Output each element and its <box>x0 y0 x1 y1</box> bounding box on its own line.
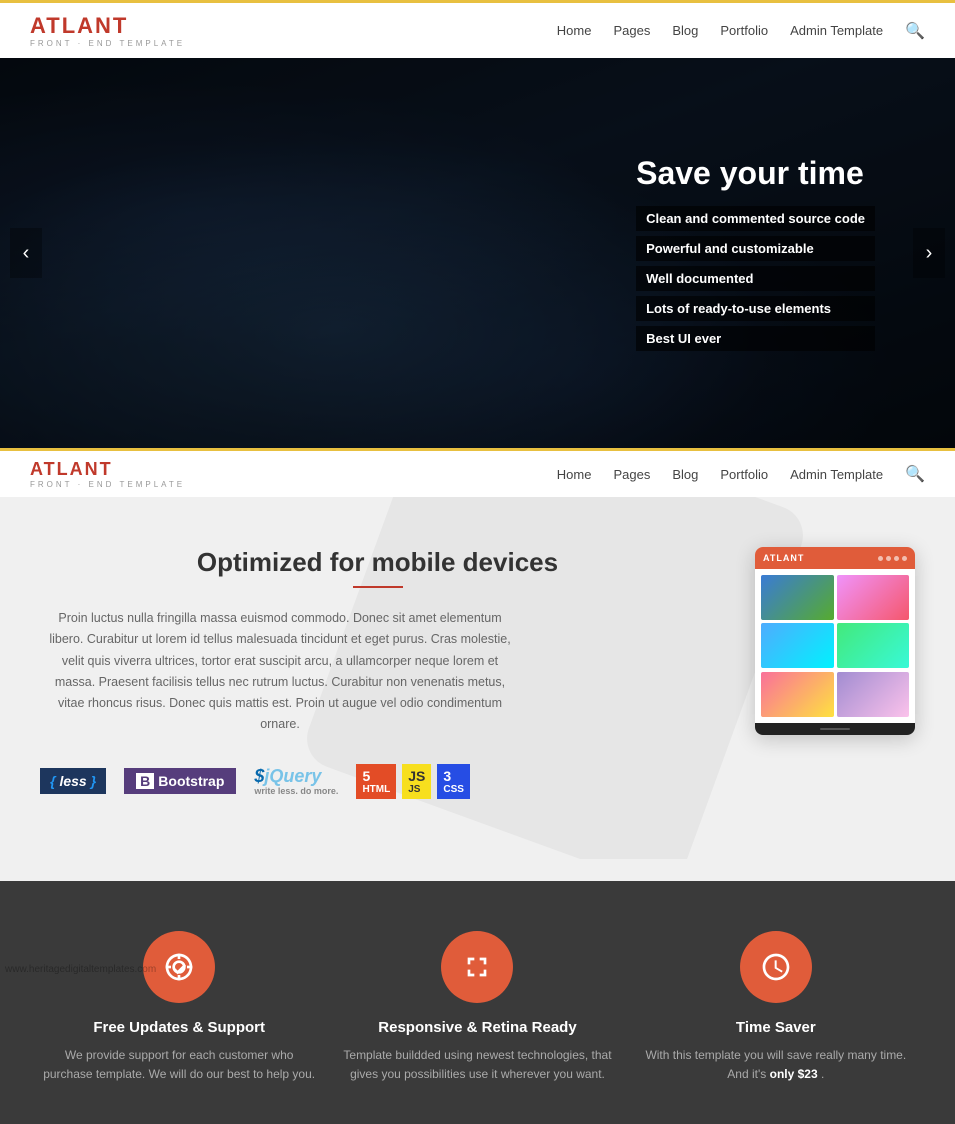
phone-img-2 <box>837 575 910 620</box>
feature-card-timesaver: Time Saver With this template you will s… <box>637 931 915 1084</box>
tech-logos: {less} B Bootstrap $jQuery write less. d… <box>40 764 715 799</box>
support-desc: We provide support for each customer who… <box>40 1046 318 1084</box>
clock-icon <box>760 951 792 983</box>
feature-card-responsive: Responsive & Retina Ready Template build… <box>338 931 616 1084</box>
support-title: Free Updates & Support <box>40 1019 318 1036</box>
logo-title: ATLANT <box>30 13 185 39</box>
nav-admin-template[interactable]: Admin Template <box>790 23 883 38</box>
phone-footer <box>755 723 915 735</box>
timesaver-title: Time Saver <box>637 1019 915 1036</box>
responsive-desc: Template buildded using newest technolog… <box>338 1046 616 1084</box>
timesaver-icon-circle <box>740 931 812 1003</box>
features-left: Optimized for mobile devices Proin luctu… <box>40 547 715 799</box>
phone-image-grid-2 <box>761 672 909 717</box>
phone-image-grid <box>761 575 909 668</box>
watermark: www.heritagedigitaltemplates.com <box>5 964 156 975</box>
sticky-logo: ATLANT FRONT · END TEMPLATE <box>30 459 185 489</box>
logo-subtitle: FRONT · END TEMPLATE <box>30 39 185 48</box>
timesaver-desc-end: . <box>821 1067 824 1081</box>
feature-cards-container: Free Updates & Support We provide suppor… <box>40 931 915 1084</box>
features-description: Proin luctus nulla fringilla massa euism… <box>40 608 520 736</box>
hero-next-button[interactable]: › <box>913 228 945 278</box>
html5-badge: 5 HTML <box>356 764 396 799</box>
top-header: ATLANT FRONT · END TEMPLATE Home Pages B… <box>0 0 955 58</box>
responsive-title: Responsive & Retina Ready <box>338 1019 616 1036</box>
features-section: Optimized for mobile devices Proin luctu… <box>0 497 955 859</box>
sticky-nav-blog[interactable]: Blog <box>672 467 698 482</box>
sticky-nav-pages[interactable]: Pages <box>613 467 650 482</box>
less-logo: {less} <box>40 768 106 794</box>
nav-portfolio[interactable]: Portfolio <box>720 23 768 38</box>
sticky-search-icon-button[interactable]: 🔍 <box>905 464 925 484</box>
hero-bullet-5: Best UI ever <box>636 326 875 351</box>
sticky-logo-subtitle: FRONT · END TEMPLATE <box>30 480 185 489</box>
nav-pages[interactable]: Pages <box>613 23 650 38</box>
feature-cards-section: Free Updates & Support We provide suppor… <box>0 881 955 1124</box>
phone-nav <box>878 556 907 561</box>
sticky-nav-admin[interactable]: Admin Template <box>790 467 883 482</box>
timesaver-desc: With this template you will save really … <box>637 1046 915 1084</box>
hero-section: ‹ Save your time Clean and commented sou… <box>0 58 955 448</box>
sticky-nav-portfolio[interactable]: Portfolio <box>720 467 768 482</box>
timesaver-price: only $23 <box>770 1067 818 1081</box>
phone-header: ATLANT <box>755 547 915 569</box>
js-badge: JS JS <box>402 764 431 799</box>
hero-bullet-4: Lots of ready-to-use elements <box>636 296 875 321</box>
hero-bullet-3: Well documented <box>636 266 875 291</box>
phone-img-3 <box>761 623 834 668</box>
feature-card-support: Free Updates & Support We provide suppor… <box>40 931 318 1084</box>
phone-mockup: ATLANT <box>755 547 915 735</box>
hero-title: Save your time <box>636 155 875 192</box>
features-heading: Optimized for mobile devices <box>40 547 715 578</box>
hero-content: Save your time Clean and commented sourc… <box>636 155 875 351</box>
phone-body <box>755 569 915 723</box>
hero-prev-button[interactable]: ‹ <box>10 228 42 278</box>
html5-logos: 5 HTML JS JS 3 CSS <box>356 764 469 799</box>
lifesaver-icon <box>163 951 195 983</box>
responsive-icon-circle <box>441 931 513 1003</box>
nav-blog[interactable]: Blog <box>672 23 698 38</box>
phone-mockup-container: ATLANT <box>755 547 915 735</box>
hero-bullets: Clean and commented source code Powerful… <box>636 206 875 351</box>
jquery-logo: $jQuery write less. do more. <box>254 766 338 796</box>
features-divider <box>353 586 403 588</box>
phone-img-5 <box>761 672 834 717</box>
phone-footer-bar <box>820 728 850 730</box>
main-nav: Home Pages Blog Portfolio Admin Template… <box>557 21 925 41</box>
phone-logo: ATLANT <box>763 553 804 563</box>
hero-bullet-1: Clean and commented source code <box>636 206 875 231</box>
phone-img-1 <box>761 575 834 620</box>
arrows-icon <box>461 951 493 983</box>
sticky-nav-home[interactable]: Home <box>557 467 592 482</box>
sticky-logo-title: ATLANT <box>30 459 185 480</box>
phone-img-4 <box>837 623 910 668</box>
nav-home[interactable]: Home <box>557 23 592 38</box>
bootstrap-logo: B Bootstrap <box>124 768 236 794</box>
search-icon-button[interactable]: 🔍 <box>905 21 925 41</box>
css3-badge: 3 CSS <box>437 764 470 799</box>
sticky-header: ATLANT FRONT · END TEMPLATE Home Pages B… <box>0 448 955 497</box>
sticky-nav: Home Pages Blog Portfolio Admin Template… <box>557 464 925 484</box>
logo: ATLANT FRONT · END TEMPLATE <box>30 13 185 48</box>
triangle-divider <box>0 859 955 881</box>
phone-img-6 <box>837 672 910 717</box>
hero-bullet-2: Powerful and customizable <box>636 236 875 261</box>
triangle-down-shape <box>456 859 500 881</box>
